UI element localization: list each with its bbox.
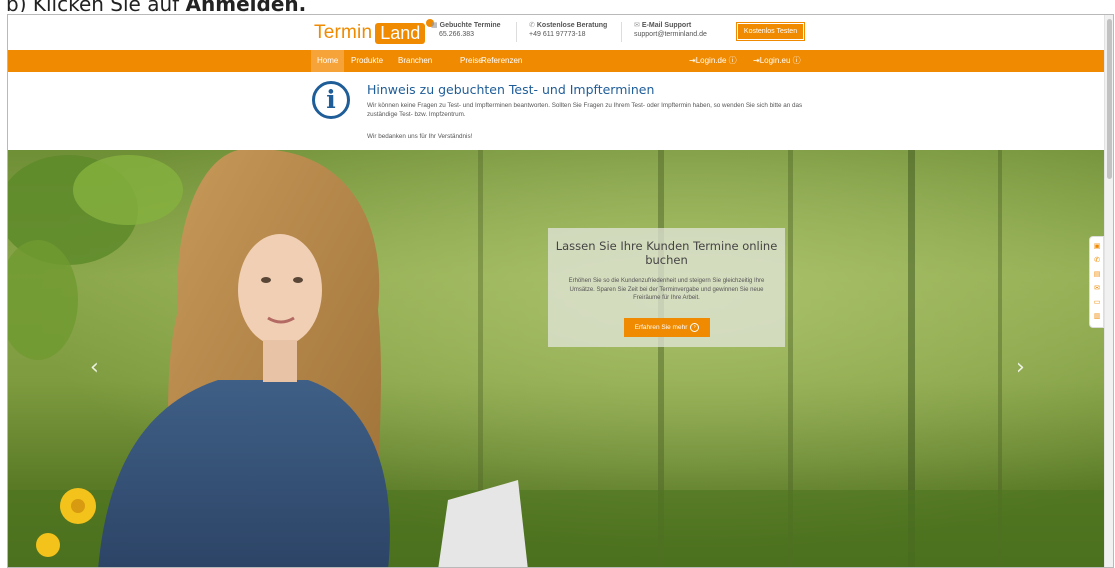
site-header: Termin Land ▦ Gebuchte Termine 65.266.383… [8,15,1104,50]
consult-phone[interactable]: +49 611 97773-18 [529,30,607,39]
login-icon: ⇥ [689,56,696,65]
learn-more-button[interactable]: Erfahren Sie mehr › [624,318,710,337]
hero-title: Lassen Sie Ihre Kunden Termine online bu… [555,239,778,267]
nav-item-products[interactable]: Produkte [351,50,383,72]
free-consulting-info: ✆ Kostenlose Beratung +49 611 97773-18 [529,22,608,39]
side-contact-widget: ▣ ✆ ▤ ✉ ▭ ▥ [1089,236,1104,328]
gift-icon[interactable]: ▣ [1093,243,1101,251]
arrow-right-icon: › [690,323,700,332]
page-scrollbar[interactable] [1104,15,1113,567]
calendar-icon: ▦ [431,22,438,29]
phone-icon: ✆ [529,22,535,29]
notice-thanks: Wir bedanken uns für Ihr Verständnis! [367,133,473,140]
support-email-link[interactable]: support@terminland.de [634,30,707,39]
document-icon[interactable]: ▥ [1093,313,1101,321]
notice-text: Wir können keine Fragen zu Test- und Imp… [367,102,803,118]
instruction-caption: b) Klicken Sie auf Anmelden. [6,0,307,12]
login-de-link[interactable]: ⇥Login.de ⓘ [689,50,737,72]
hero-text: Erhöhen Sie so die Kundenzufriedenheit u… [568,278,765,301]
hero-background-image [8,150,1104,567]
login-icon: ⇥ [753,56,760,65]
login-eu-link[interactable]: ⇥Login.eu ⓘ [753,50,801,72]
free-trial-button[interactable]: Kostenlos Testen [736,22,805,41]
nav-item-prices[interactable]: Preise [460,50,483,72]
notice-section: i Hinweis zu gebuchten Test- und Impfter… [8,72,1104,150]
nav-item-references[interactable]: Referenzen [481,50,522,72]
terminland-logo[interactable]: Termin Land [314,18,435,44]
notice-title: Hinweis zu gebuchten Test- und Impftermi… [367,82,655,97]
info-small-icon: ⓘ [792,56,801,65]
nav-item-industries[interactable]: Branchen [398,50,432,72]
phone-icon[interactable]: ✆ [1093,257,1101,265]
print-icon[interactable]: ▤ [1093,271,1101,279]
browser-viewport: Termin Land ▦ Gebuchte Termine 65.266.383… [7,14,1114,568]
monitor-icon[interactable]: ▭ [1093,299,1101,307]
scrollbar-thumb[interactable] [1107,19,1112,179]
main-nav: Home Produkte Branchen Preise Referenzen… [8,50,1104,72]
email-support-info: ✉ E-Mail Support support@terminland.de [634,22,707,39]
info-small-icon: ⓘ [728,56,737,65]
hero-slider: ‹ › Lassen Sie Ihre Kunden Termine onlin… [8,150,1104,567]
nav-item-home[interactable]: Home [311,50,345,72]
mail-icon: ✉ [634,22,640,29]
hero-textbox: Lassen Sie Ihre Kunden Termine online bu… [548,228,785,347]
mail-icon[interactable]: ✉ [1093,285,1101,293]
slider-prev-arrow[interactable]: ‹ [90,355,99,380]
booked-appointments-info: ▦ Gebuchte Termine 65.266.383 [431,22,501,38]
slider-next-arrow[interactable]: › [1016,355,1025,380]
info-icon: i [312,81,350,119]
